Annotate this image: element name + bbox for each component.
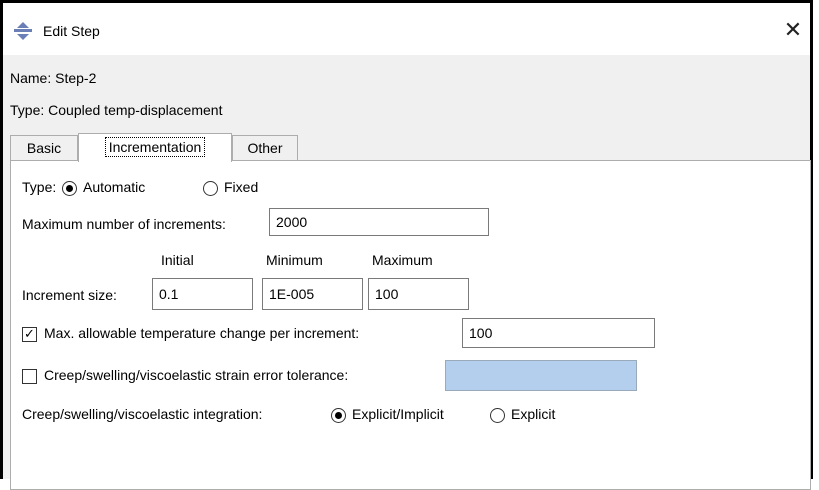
tab-incrementation[interactable]: Incrementation [78,133,232,162]
minimum-column-header: Minimum [266,252,323,268]
type-label: Type: [10,102,45,118]
creep-tolerance-input [445,360,637,391]
name-value: Step-2 [55,70,97,86]
automatic-label: Automatic [83,179,146,195]
fixed-label: Fixed [224,179,259,195]
edit-step-dialog: Edit Step ✕ Name: Step-2 Type: Coupled t… [0,0,813,490]
maximum-increment-input[interactable]: 100 [368,278,469,310]
tab-other-label: Other [247,140,283,156]
step-icon [14,22,32,40]
step-type-row: Type: Coupled temp-displacement [10,102,222,118]
minimum-increment-input[interactable]: 1E-005 [262,278,363,310]
creep-integration-label: Creep/swelling/viscoelastic integration: [22,406,263,422]
creep-tolerance-checkbox[interactable] [22,369,37,384]
checkmark-icon: ✓ [24,326,35,341]
increment-size-label: Increment size: [22,287,117,303]
max-temp-change-checkbox[interactable]: ✓ [22,326,37,342]
step-name-row: Name: Step-2 [10,70,96,86]
max-increments-label: Maximum number of increments: [22,216,226,232]
max-temp-change-input[interactable]: 100 [462,318,655,348]
automatic-radio[interactable] [62,181,77,196]
incrementation-panel: Type: Automatic Fixed Maximum number of … [10,160,811,490]
explicit-implicit-radio[interactable] [331,408,346,423]
max-increments-input[interactable]: 2000 [269,208,489,236]
explicit-radio[interactable] [490,408,505,423]
initial-column-header: Initial [161,252,194,268]
name-label: Name: [10,70,52,86]
initial-increment-input[interactable]: 0.1 [152,278,253,310]
close-button[interactable]: ✕ [778,15,808,45]
tab-basic[interactable]: Basic [10,135,78,160]
dialog-title: Edit Step [43,23,100,39]
tab-other[interactable]: Other [232,135,298,160]
increment-type-label: Type: [22,179,57,195]
explicit-label: Explicit [511,406,556,422]
title-bar: Edit Step ✕ [3,3,810,55]
tab-incrementation-label: Incrementation [104,137,206,157]
creep-tolerance-label: Creep/swelling/viscoelastic strain error… [44,367,349,383]
maximum-column-header: Maximum [372,252,433,268]
tab-basic-label: Basic [26,140,62,156]
fixed-radio[interactable] [203,181,218,196]
type-value: Coupled temp-displacement [48,102,223,118]
explicit-implicit-label: Explicit/Implicit [352,406,444,422]
max-temp-change-label: Max. allowable temperature change per in… [44,325,360,341]
